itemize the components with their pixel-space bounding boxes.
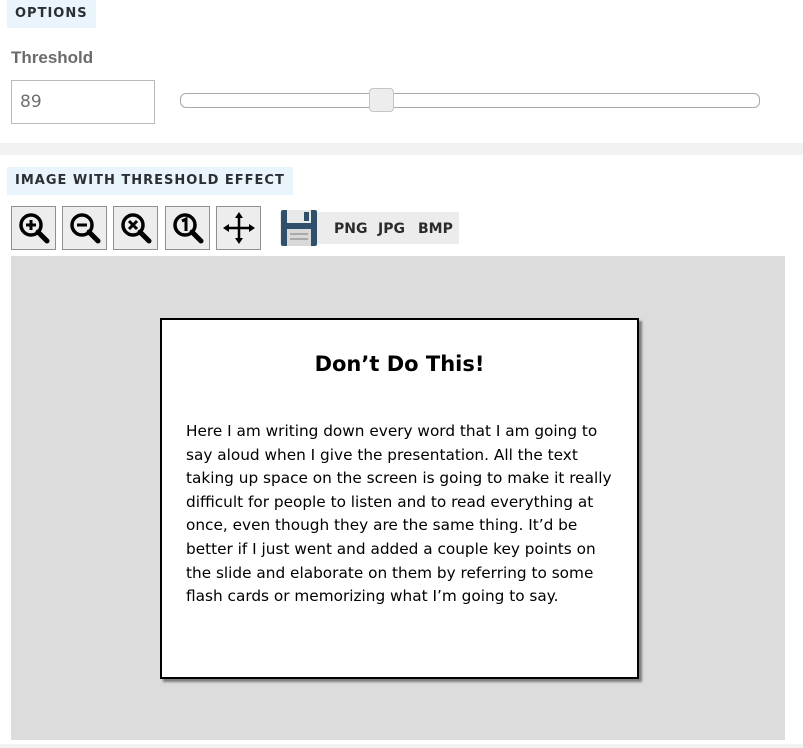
slide-title: Don’t Do This!: [314, 352, 485, 376]
image-section-label: IMAGE WITH THRESHOLD EFFECT: [7, 167, 293, 195]
move-icon: [222, 212, 255, 244]
zoom-in-icon: [18, 213, 49, 244]
zoom-reset-icon: [120, 213, 151, 244]
zoom-out-button[interactable]: [62, 206, 107, 250]
zoom-actual-size-icon: [172, 213, 203, 244]
section-divider: [0, 143, 803, 155]
zoom-out-icon: [69, 213, 100, 244]
bottom-divider: [0, 744, 803, 748]
slide-image: Don’t Do This! Here I am writing down ev…: [160, 318, 639, 679]
threshold-input[interactable]: [11, 80, 155, 124]
move-button[interactable]: [216, 206, 261, 250]
zoom-reset-button[interactable]: [113, 206, 158, 250]
options-section-label: OPTIONS: [7, 0, 96, 28]
save-jpg-button[interactable]: JPG: [378, 212, 405, 244]
threshold-label: Threshold: [11, 48, 94, 67]
save-bmp-button[interactable]: BMP: [418, 212, 453, 244]
zoom-actual-size-button[interactable]: [165, 206, 210, 250]
threshold-slider[interactable]: [180, 93, 760, 108]
save-png-button[interactable]: PNG: [334, 212, 367, 244]
slide-body-text: Here I am writing down every word that I…: [186, 422, 612, 606]
zoom-in-button[interactable]: [11, 206, 56, 250]
save-icon: [281, 210, 317, 246]
threshold-slider-handle[interactable]: [369, 88, 394, 112]
save-format-group: PNG JPG BMP: [280, 210, 459, 246]
image-preview-canvas[interactable]: Don’t Do This! Here I am writing down ev…: [11, 256, 785, 740]
